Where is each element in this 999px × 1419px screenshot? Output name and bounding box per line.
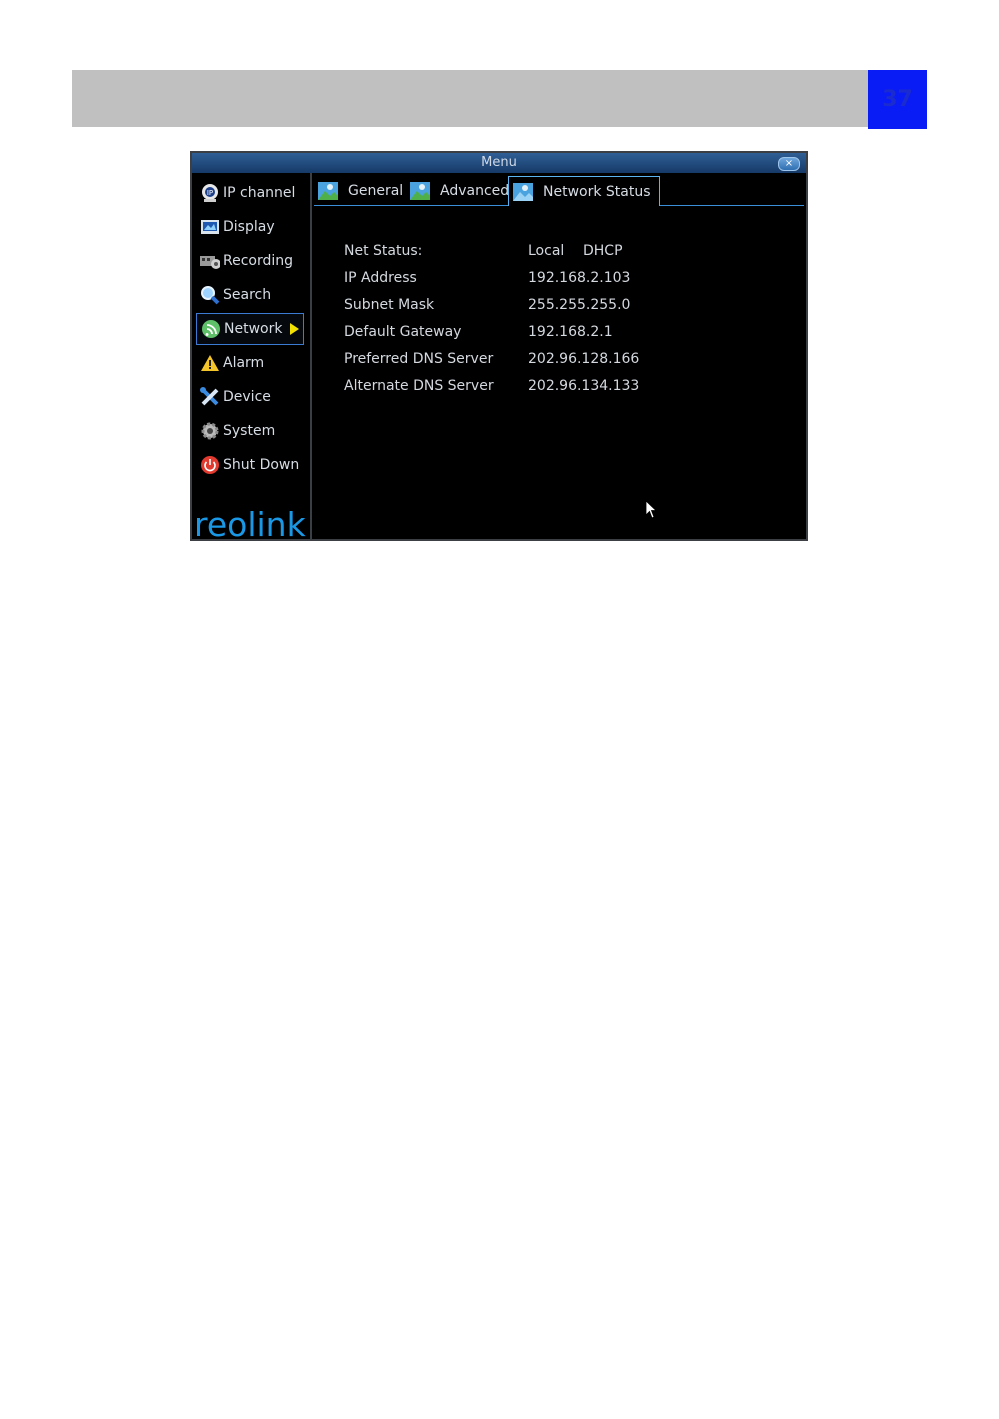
row-value: 202.96.128.166 (528, 351, 640, 367)
sidebar-item-display[interactable]: Display (196, 211, 304, 243)
tab-bar: General Advanced Network Status (314, 175, 804, 206)
network-status-panel: Net Status: Local DHCP IP Address 192.16… (314, 207, 804, 537)
active-arrow-icon (290, 323, 299, 335)
tab-label: Advanced (440, 183, 510, 199)
warning-icon (200, 353, 220, 373)
sidebar-item-system[interactable]: System (196, 415, 304, 447)
tab-network-status[interactable]: Network Status (508, 176, 660, 206)
page-header-bar (72, 70, 868, 127)
status-row-net-status: Net Status: Local DHCP (344, 243, 804, 263)
sidebar: IP IP channel Display Recording Search N… (192, 173, 312, 544)
row-value: Local (528, 243, 565, 259)
menu-window: Menu × IP IP channel Display Recording S… (190, 151, 808, 544)
row-label: Subnet Mask (344, 297, 435, 313)
sidebar-item-search[interactable]: Search (196, 279, 304, 311)
landscape-icon (513, 182, 533, 201)
sidebar-item-label: Alarm (223, 355, 265, 371)
network-icon (201, 319, 221, 339)
tab-general[interactable]: General (314, 177, 411, 205)
sidebar-item-recording[interactable]: Recording (196, 245, 304, 277)
window-titlebar: Menu × (192, 153, 806, 173)
status-row-subnet-mask: Subnet Mask 255.255.255.0 (344, 297, 804, 317)
gear-icon (200, 421, 220, 441)
camera-icon: IP (200, 183, 220, 203)
film-gear-icon (200, 251, 220, 271)
search-icon (200, 285, 220, 305)
sidebar-item-label: System (223, 423, 276, 439)
monitor-icon (200, 217, 220, 237)
status-row-ip-address: IP Address 192.168.2.103 (344, 270, 804, 290)
sidebar-item-ip-channel[interactable]: IP IP channel (196, 177, 304, 209)
page-number: 37 (868, 70, 927, 129)
row-label: Preferred DNS Server (344, 351, 494, 367)
tab-label: Network Status (543, 183, 651, 200)
sidebar-item-network[interactable]: Network (196, 313, 304, 345)
sidebar-item-alarm[interactable]: Alarm (196, 347, 304, 379)
row-value: 192.168.2.1 (528, 324, 613, 340)
row-value-secondary: DHCP (583, 243, 623, 259)
tools-icon (200, 387, 220, 407)
row-label: Net Status: (344, 243, 423, 259)
tab-label: General (348, 183, 404, 199)
sidebar-item-label: Device (223, 389, 271, 405)
row-label: Alternate DNS Server (344, 378, 494, 394)
power-icon (200, 455, 220, 475)
sidebar-item-label: IP channel (223, 185, 296, 201)
sidebar-item-label: Search (223, 287, 272, 303)
close-button[interactable]: × (778, 157, 800, 171)
sidebar-item-label: Display (223, 219, 275, 235)
mouse-cursor-icon (645, 500, 658, 519)
status-row-preferred-dns: Preferred DNS Server 202.96.128.166 (344, 351, 804, 371)
landscape-icon (410, 182, 430, 200)
row-value: 192.168.2.103 (528, 270, 631, 286)
row-label: Default Gateway (344, 324, 462, 340)
sidebar-item-label: Network (224, 321, 283, 337)
row-value: 255.255.255.0 (528, 297, 631, 313)
row-value: 202.96.134.133 (528, 378, 640, 394)
tab-advanced[interactable]: Advanced (406, 177, 517, 205)
row-label: IP Address (344, 270, 417, 286)
status-row-default-gateway: Default Gateway 192.168.2.1 (344, 324, 804, 344)
status-row-alternate-dns: Alternate DNS Server 202.96.134.133 (344, 378, 804, 398)
sidebar-item-device[interactable]: Device (196, 381, 304, 413)
sidebar-item-label: Shut Down (223, 457, 300, 473)
landscape-icon (318, 182, 338, 200)
sidebar-item-shut-down[interactable]: Shut Down (196, 449, 304, 481)
reolink-logo: reolink (194, 505, 306, 544)
sidebar-item-label: Recording (223, 253, 294, 269)
svg-text:IP: IP (207, 189, 213, 197)
window-title: Menu (481, 155, 517, 170)
